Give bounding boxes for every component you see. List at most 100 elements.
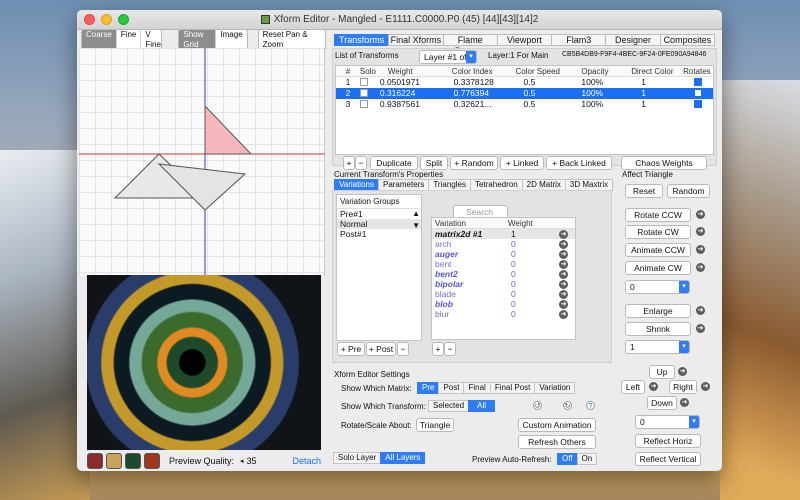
variation-go-icon[interactable]: ➜ xyxy=(559,300,568,309)
move-up-icon[interactable]: ▲ xyxy=(412,209,420,218)
variation-go-icon[interactable]: ➜ xyxy=(559,290,568,299)
row-direct-color[interactable]: 1 xyxy=(621,99,683,110)
col-direct-color[interactable]: Direct Color xyxy=(621,66,683,76)
move-down-icon[interactable]: ▼ xyxy=(412,221,420,230)
transform-row-2[interactable]: 2 0.316224 0.776394 0.5 100% 1 xyxy=(336,88,713,99)
solo-layer-toggle[interactable]: Solo Layer xyxy=(333,452,382,464)
refresh-others-button[interactable]: Refresh Others xyxy=(518,435,596,449)
variation-go-icon[interactable]: ➜ xyxy=(559,230,568,239)
move-amount-select[interactable]: 0 ▾ xyxy=(635,415,700,429)
layer-select[interactable]: Layer #1 of 1 ▾ xyxy=(419,50,477,64)
all-layers-toggle[interactable]: All Layers xyxy=(380,452,426,464)
enlarge-go-icon[interactable]: ➜ xyxy=(696,306,705,315)
rotate-cw-go-icon[interactable]: ➜ xyxy=(696,227,705,236)
matrix-variation[interactable]: Variation xyxy=(534,382,576,394)
face-icon[interactable] xyxy=(106,453,122,469)
triangle-canvas-svg[interactable] xyxy=(79,48,325,276)
col-weight[interactable]: Weight xyxy=(380,66,442,76)
variation-weight[interactable]: 0 xyxy=(511,269,559,279)
reset-triangle-button[interactable]: Reset xyxy=(625,184,663,198)
variation-go-icon[interactable]: ➜ xyxy=(559,240,568,249)
zoom-window-button[interactable] xyxy=(118,14,129,25)
row-color-speed[interactable]: 0.5 xyxy=(502,88,564,99)
row-direct-color[interactable]: 1 xyxy=(621,88,683,99)
variation-weight[interactable]: 0 xyxy=(511,279,559,289)
move-up-button[interactable]: Up xyxy=(649,365,675,379)
title-bar[interactable]: Xform Editor - Mangled - E1111.C0000.P0 … xyxy=(77,10,722,30)
variation-row[interactable]: bipolar 0 ➜ xyxy=(432,279,575,289)
animate-cw-go-icon[interactable]: ➜ xyxy=(696,263,705,272)
variation-go-icon[interactable]: ➜ xyxy=(559,310,568,319)
auto-refresh-off[interactable]: Off xyxy=(557,453,578,465)
variation-row[interactable]: blade 0 ➜ xyxy=(432,289,575,299)
variation-go-icon[interactable]: ➜ xyxy=(559,280,568,289)
variation-weight[interactable]: 0 xyxy=(511,239,559,249)
variation-row[interactable]: bent2 0 ➜ xyxy=(432,269,575,279)
variation-row[interactable]: blob 0 ➜ xyxy=(432,299,575,309)
rotate-cw-button[interactable]: Rotate CW xyxy=(625,225,691,239)
row-color-speed[interactable]: 0.5 xyxy=(502,99,564,110)
duplicate-button[interactable]: Duplicate xyxy=(370,156,418,170)
rotate-about-select[interactable]: Triangle xyxy=(416,418,454,432)
enlarge-button[interactable]: Enlarge xyxy=(625,304,691,318)
matrix-pre[interactable]: Pre xyxy=(417,382,440,394)
render-icon[interactable] xyxy=(125,453,141,469)
auto-refresh-on[interactable]: On xyxy=(576,453,598,465)
row-color-speed[interactable]: 0.5 xyxy=(502,77,564,88)
move-down-go-icon[interactable]: ➜ xyxy=(680,398,689,407)
transform-selected[interactable]: Selected xyxy=(428,400,470,412)
solo-checkbox[interactable] xyxy=(359,89,368,97)
add-transform-button[interactable]: + xyxy=(343,156,355,170)
redo-icon[interactable]: ↻ xyxy=(563,401,572,410)
rotate-ccw-button[interactable]: Rotate CCW xyxy=(625,208,691,222)
move-up-go-icon[interactable]: ➜ xyxy=(678,367,687,376)
shrink-button[interactable]: Shrink xyxy=(625,322,691,336)
row-opacity[interactable]: 100% xyxy=(563,99,621,110)
variation-row[interactable]: arch 0 ➜ xyxy=(432,239,575,249)
move-left-go-icon[interactable]: ➜ xyxy=(649,382,658,391)
transform-row-1[interactable]: 1 0.0501971 0.3378128 0.5 100% 1 xyxy=(336,77,713,88)
variation-row[interactable]: auger 0 ➜ xyxy=(432,249,575,259)
tab-designer[interactable]: Designer xyxy=(605,34,661,46)
col-color-speed[interactable]: Color Speed xyxy=(502,66,564,76)
animate-ccw-go-icon[interactable]: ➜ xyxy=(696,245,705,254)
row-weight[interactable]: 0.0501971 xyxy=(380,77,442,88)
add-random-button[interactable]: + Random xyxy=(450,156,498,170)
variation-row[interactable]: blur 0 ➜ xyxy=(432,309,575,319)
row-color-index[interactable]: 0.3378128 xyxy=(442,77,502,88)
variation-go-icon[interactable]: ➜ xyxy=(559,270,568,279)
group-normal[interactable]: Normal xyxy=(337,219,421,229)
variation-go-icon[interactable]: ➜ xyxy=(559,250,568,259)
row-opacity[interactable]: 100% xyxy=(563,88,621,99)
quality-stepper-icon[interactable]: ◂ xyxy=(240,457,244,465)
remove-variation-button[interactable]: − xyxy=(444,342,456,356)
matrix-final[interactable]: Final xyxy=(463,382,491,394)
grain-fine[interactable]: Fine xyxy=(117,30,142,50)
split-button[interactable]: Split xyxy=(420,156,448,170)
variation-weight[interactable]: 1 xyxy=(511,229,559,239)
undo-icon[interactable]: ↺ xyxy=(533,401,542,410)
animate-ccw-button[interactable]: Animate CCW xyxy=(625,243,691,257)
variation-weight[interactable]: 0 xyxy=(511,249,559,259)
detach-button[interactable]: Detach xyxy=(292,456,321,466)
add-post-button[interactable]: + Post xyxy=(366,342,396,356)
col-num[interactable]: # xyxy=(336,66,360,76)
reflect-horiz-button[interactable]: Reflect Horiz xyxy=(635,434,701,448)
grain-vfine[interactable]: V Fine xyxy=(141,30,161,50)
tab-flame-params[interactable]: Flame Params xyxy=(442,34,498,56)
solo-checkbox[interactable] xyxy=(359,100,368,108)
group-post[interactable]: Post#1 xyxy=(337,229,421,239)
variation-weight[interactable]: 0 xyxy=(511,289,559,299)
col-solo[interactable]: Solo xyxy=(360,66,380,76)
solo-checkbox[interactable] xyxy=(359,78,368,86)
row-color-index[interactable]: 0.32621... xyxy=(442,99,502,110)
random-triangle-button[interactable]: Random xyxy=(667,184,710,198)
help-icon[interactable]: ? xyxy=(586,401,595,410)
add-variation-button[interactable]: + xyxy=(432,342,444,356)
col-var-weight[interactable]: Weight xyxy=(508,218,556,228)
shrink-go-icon[interactable]: ➜ xyxy=(696,324,705,333)
move-down-button[interactable]: Down xyxy=(647,396,677,410)
rotates-checkbox[interactable] xyxy=(694,78,703,86)
transform-all[interactable]: All xyxy=(468,400,496,412)
scale-amount-select[interactable]: 1 ▾ xyxy=(625,340,690,354)
